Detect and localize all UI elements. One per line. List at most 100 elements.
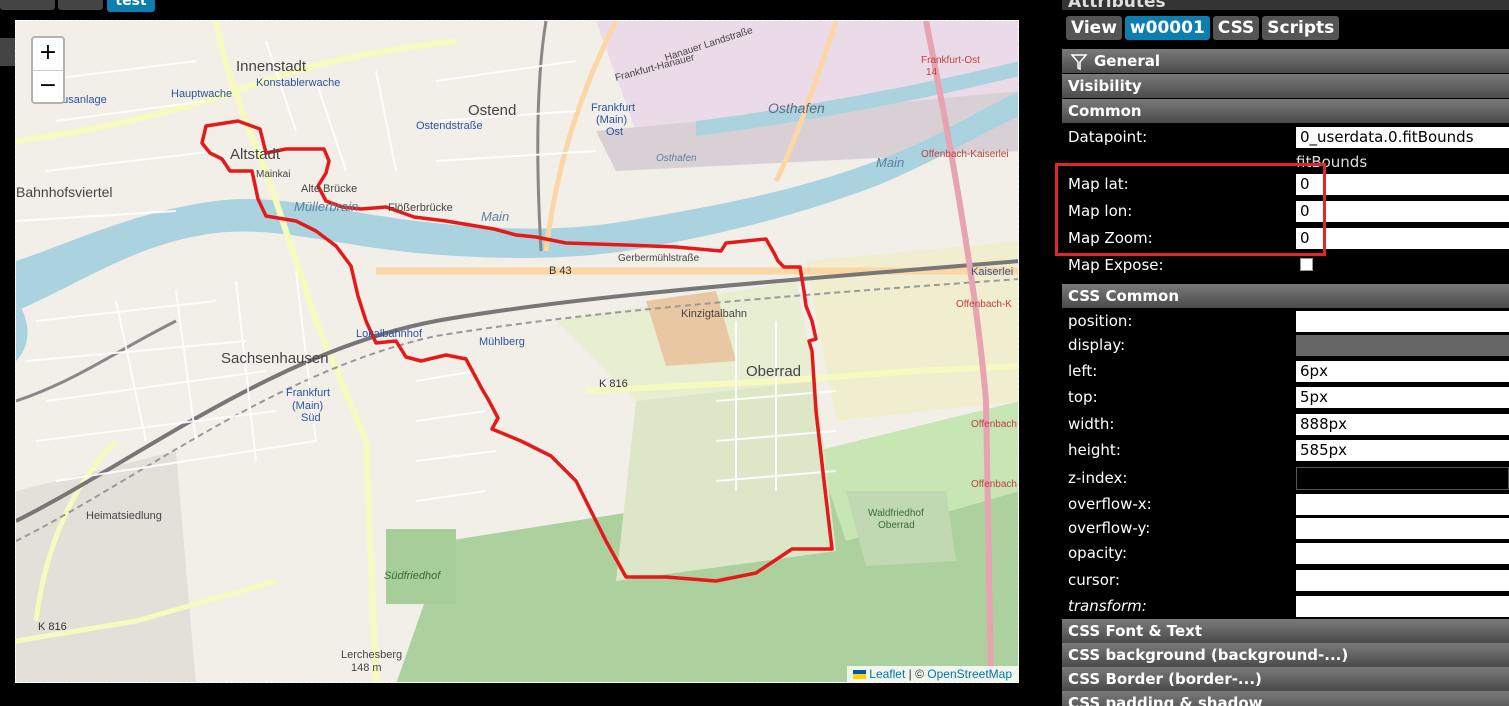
css-label: transform: — [1068, 597, 1147, 615]
css-row: height: 585px — [1062, 439, 1509, 462]
map-label-muellerbrain: Müllerbrain — [294, 199, 358, 214]
css-row: overflow-y: — [1062, 517, 1509, 540]
svg-text:Ost: Ost — [606, 126, 623, 138]
map-label-konstablerwache: Konstablerwache — [256, 77, 340, 89]
editor-canvas: test Innenstadt Konstablerwache Hauptwac… — [0, 0, 1062, 706]
group-css-background[interactable]: CSS background (background-...) — [1062, 643, 1509, 667]
css-cursor-input[interactable] — [1296, 570, 1509, 591]
group-common[interactable]: Common — [1062, 99, 1509, 123]
leaflet-link[interactable]: Leaflet — [869, 667, 905, 681]
zoom-in-button[interactable]: + — [33, 38, 63, 71]
map-label-heimatsiedlung: Heimatsiedlung — [86, 510, 162, 522]
map-label-offenbach-kaiserlei: Offenbach-Kaiserlei — [921, 149, 1009, 160]
css-row: opacity: — [1062, 542, 1509, 565]
toolbar-button[interactable] — [58, 0, 103, 10]
test-view-tab-label: test — [115, 0, 147, 9]
map-label-osthafen: Osthafen — [768, 100, 825, 116]
css-label: overflow-x: — [1068, 495, 1152, 513]
map-expose-label: Map Expose: — [1068, 256, 1164, 274]
map-label-offenbach: Offenbach — [971, 419, 1017, 430]
css-label: opacity: — [1068, 544, 1128, 562]
map-widget[interactable]: Innenstadt Konstablerwache Hauptwache Al… — [15, 20, 1019, 683]
svg-text:Main: Main — [876, 155, 904, 170]
map-expose-row: Map Expose: — [1062, 254, 1509, 277]
css-transform-input[interactable] — [1296, 596, 1509, 617]
group-general[interactable]: General — [1062, 49, 1509, 73]
css-label: cursor: — [1068, 571, 1120, 589]
map-label-hauptwache: Hauptwache — [171, 88, 232, 100]
css-row: left: 6px — [1062, 360, 1509, 383]
left-edge-widget — [0, 38, 15, 66]
map-expose-checkbox[interactable] — [1300, 258, 1313, 271]
css-label: z-index: — [1068, 469, 1128, 487]
map-label-frankfurt-sued: Frankfurt — [286, 387, 330, 399]
map-label-main: Main — [481, 209, 509, 224]
map-lat-input[interactable]: 0 — [1296, 174, 1509, 195]
svg-text:Osthafen: Osthafen — [656, 153, 697, 164]
map-label-b43: B 43 — [549, 265, 572, 277]
map-label-frankfurt-ost-14: Frankfurt-Ost — [921, 55, 980, 66]
css-label: top: — [1068, 388, 1098, 406]
highlight-annotation — [1055, 163, 1326, 256]
css-height-input[interactable]: 585px — [1296, 440, 1509, 461]
css-position-input[interactable] — [1296, 311, 1509, 332]
group-css-font[interactable]: CSS Font & Text — [1062, 619, 1509, 643]
css-label: position: — [1068, 312, 1133, 330]
css-display-select[interactable] — [1296, 335, 1509, 356]
datapoint-input[interactable]: 0_userdata.0.fitBounds — [1296, 127, 1509, 148]
css-top-input[interactable]: 5px — [1296, 387, 1509, 408]
css-left-input[interactable]: 6px — [1296, 361, 1509, 382]
css-overflow-x-input[interactable] — [1296, 494, 1509, 515]
map-label-kinzigtalbahn: Kinzigtalbahn — [681, 308, 747, 320]
map-label-muehlberg: Mühlberg — [479, 336, 525, 348]
css-width-input[interactable]: 888px — [1296, 414, 1509, 435]
map-label-ostend: Ostend — [468, 102, 516, 119]
css-label: overflow-y: — [1068, 519, 1151, 537]
map-label-floesserbruecke: Flößerbrücke — [388, 202, 453, 214]
filter-icon[interactable] — [1070, 53, 1088, 71]
css-opacity-input[interactable] — [1296, 543, 1509, 564]
map-label-ostendstrasse: Ostendstraße — [416, 120, 483, 132]
zoom-out-button[interactable]: − — [33, 71, 63, 103]
map-zoom-input[interactable]: 0 — [1296, 228, 1509, 249]
group-css-border[interactable]: CSS Border (border-...) — [1062, 667, 1509, 691]
panel-tabs: View w00001 CSS Scripts — [1066, 16, 1340, 40]
map-label-oberrad: Oberrad — [746, 363, 801, 380]
css-row: display: — [1062, 334, 1509, 357]
map-label-frankfurt-ost: Frankfurt — [591, 102, 635, 114]
svg-text:Offenbach: Offenbach — [971, 479, 1017, 490]
map-tiles[interactable]: Innenstadt Konstablerwache Hauptwache Al… — [16, 21, 1019, 683]
group-css-common[interactable]: CSS Common — [1062, 284, 1509, 308]
css-row: cursor: — [1062, 569, 1509, 592]
group-visibility[interactable]: Visibility — [1062, 74, 1509, 98]
tab-css[interactable]: CSS — [1212, 16, 1260, 40]
toolbar-button[interactable] — [0, 0, 55, 10]
ukraine-flag-icon — [853, 670, 867, 680]
tab-widget[interactable]: w00001 — [1124, 16, 1210, 40]
map-label-lerchesberg: Lerchesberg — [341, 649, 402, 661]
attributes-panel: Attributes View w00001 CSS Scripts Gener… — [1062, 0, 1509, 706]
svg-text:Oberrad: Oberrad — [878, 520, 915, 531]
css-label: height: — [1068, 441, 1121, 459]
svg-text:(Main): (Main) — [596, 114, 627, 126]
osm-link[interactable]: OpenStreetMap — [927, 667, 1012, 681]
css-row: z-index: — [1062, 467, 1509, 490]
css-row: top: 5px — [1062, 386, 1509, 409]
css-label: left: — [1068, 362, 1098, 380]
map-lon-input[interactable]: 0 — [1296, 201, 1509, 222]
group-css-padding[interactable]: CSS padding & shadow — [1062, 691, 1509, 706]
css-label: display: — [1068, 336, 1126, 354]
map-label-kaiserlei: Kaiserlei — [971, 266, 1013, 278]
css-row: overflow-x: — [1062, 493, 1509, 516]
css-row: position: — [1062, 310, 1509, 333]
tab-view[interactable]: View — [1066, 16, 1122, 40]
datapoint-row: Datapoint: 0_userdata.0.fitBounds — [1062, 126, 1509, 149]
test-view-tab[interactable]: test — [107, 0, 155, 12]
tab-scripts[interactable]: Scripts — [1262, 16, 1340, 40]
map-attribution: Leaflet | © OpenStreetMap — [847, 666, 1018, 682]
css-zindex-input[interactable] — [1296, 467, 1509, 490]
css-overflow-y-input[interactable] — [1296, 518, 1509, 539]
map-label-alte-bruecke: Alte Brücke — [301, 183, 357, 195]
map-label-altstadt: Altstadt — [230, 146, 281, 163]
datapoint-label: Datapoint: — [1068, 128, 1148, 146]
